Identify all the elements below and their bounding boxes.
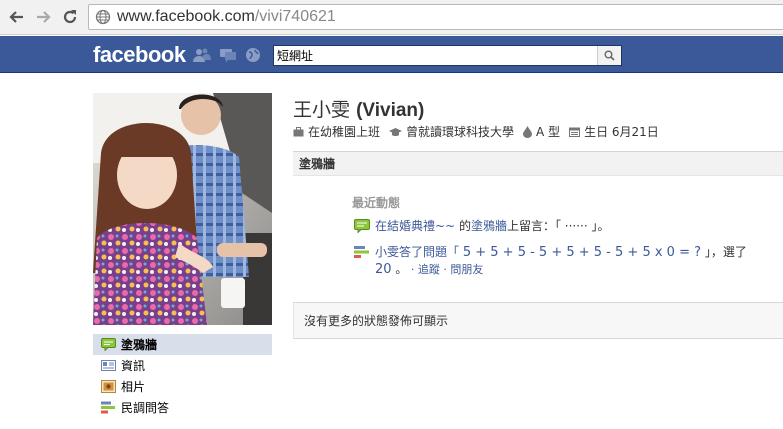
wall-post-icon [354, 219, 370, 233]
poll-answer-icon [354, 246, 369, 258]
url-text: www.facebook.com/vivi740621 [117, 8, 336, 26]
reload-button[interactable] [59, 6, 81, 28]
search-button[interactable] [597, 46, 621, 65]
wall-tab-header: 塗鴉牆 [293, 151, 783, 176]
search-icon [604, 50, 615, 61]
facebook-logo[interactable]: facebook [93, 42, 186, 68]
no-more-text: 沒有更多的狀態發佈可顯示 [304, 314, 449, 328]
sidebar-item-label: 資訊 [121, 359, 146, 373]
event-link[interactable]: 在結婚典禮~~ [375, 219, 455, 233]
search-box[interactable] [273, 45, 622, 66]
follow-link[interactable]: · 追蹤 [407, 263, 440, 276]
briefcase-icon [293, 126, 304, 136]
sidebar-item-info[interactable]: 資訊 [93, 355, 272, 376]
education-text: 曾就讀環球科技大學 [406, 125, 515, 139]
graduation-cap-icon [389, 127, 403, 136]
back-button[interactable] [6, 6, 28, 28]
work-info: 在幼稚園上班 [293, 123, 380, 140]
activity-item: 在結婚典禮~~ 的塗鴉牆上留言：「 ······ 」。 [354, 218, 610, 234]
browser-toolbar: www.facebook.com/vivi740621 [0, 0, 783, 35]
search-input[interactable] [274, 46, 594, 65]
recent-activity-title: 最近動態 [352, 196, 401, 210]
photos-icon [101, 380, 116, 393]
profile-sidebar-nav: 塗鴉牆 資訊 相片 民調問答 [93, 334, 272, 418]
wall-icon [101, 338, 116, 351]
sidebar-item-photos[interactable]: 相片 [93, 376, 272, 397]
sidebar-item-polls[interactable]: 民調問答 [93, 397, 272, 418]
activity-item: 小雯答了問題「 5 + 5 + 5 - 5 + 5 + 5 - 5 + 5 x … [354, 244, 774, 278]
address-bar[interactable]: www.facebook.com/vivi740621 [88, 4, 783, 30]
blood-type-info: A 型 [523, 123, 560, 140]
forward-arrow-icon [37, 11, 51, 23]
sidebar-item-label: 塗鴉牆 [121, 338, 158, 352]
activity-text-mid: 的 [455, 219, 471, 233]
wall-link[interactable]: 塗鴉牆 [471, 219, 507, 233]
friend-requests-icon[interactable] [193, 47, 211, 63]
facebook-header: facebook [0, 36, 783, 73]
work-text: 在幼稚園上班 [308, 125, 381, 139]
activity-text-rest: 上留言：「 ······ 」。 [506, 219, 610, 233]
ask-friends-link[interactable]: · 問朋友 [440, 263, 483, 276]
sidebar-item-label: 相片 [121, 380, 146, 394]
birthday-info: 生日 6月21日 [569, 123, 659, 140]
url-domain: www.facebook.com [117, 8, 255, 25]
sidebar-item-label: 民調問答 [121, 401, 170, 415]
profile-name-en: (Vivian) [356, 100, 425, 121]
poll-icon [101, 401, 115, 414]
poll-mid-text: 」，選了 [704, 245, 747, 259]
url-path: /vivi740621 [254, 8, 336, 25]
info-icon [101, 360, 116, 371]
forward-button[interactable] [32, 6, 54, 28]
activity-text: 小雯答了問題「 5 + 5 + 5 - 5 + 5 + 5 - 5 + 5 x … [375, 244, 747, 278]
profile-picture[interactable] [93, 93, 272, 325]
birthday-text: 生日 6月21日 [584, 125, 659, 139]
calendar-icon [569, 127, 581, 137]
notifications-globe-icon[interactable] [244, 47, 262, 63]
poll-tail-text: 。 [391, 262, 408, 276]
profile-info-line: 在幼稚園上班 曾就讀環球科技大學 A 型 生日 6月21日 [293, 123, 668, 140]
sidebar-item-wall[interactable]: 塗鴉牆 [93, 334, 272, 355]
education-info: 曾就讀環球科技大學 [389, 123, 514, 140]
messages-icon[interactable] [219, 47, 237, 63]
no-more-stories-notice: 沒有更多的狀態發佈可顯示 [293, 302, 783, 339]
profile-name-cn: 王小雯 [293, 99, 351, 121]
profile-name: 王小雯 (Vivian) [293, 95, 424, 122]
blood-type-text: A 型 [536, 125, 561, 139]
reload-icon [63, 10, 77, 24]
poll-answer-link[interactable]: 20 [375, 262, 392, 277]
activity-text: 在結婚典禮~~ 的塗鴉牆上留言：「 ······ 」。 [375, 218, 610, 234]
poll-actor-text[interactable]: 小雯答了問題「 [375, 245, 459, 259]
blood-drop-icon [523, 125, 533, 138]
wall-tab-title: 塗鴉牆 [299, 157, 336, 171]
back-arrow-icon [9, 11, 23, 23]
page-globe-icon [95, 9, 111, 25]
poll-question-link[interactable]: 5 + 5 + 5 - 5 + 5 + 5 - 5 + 5 x 0 = ? [463, 245, 701, 260]
